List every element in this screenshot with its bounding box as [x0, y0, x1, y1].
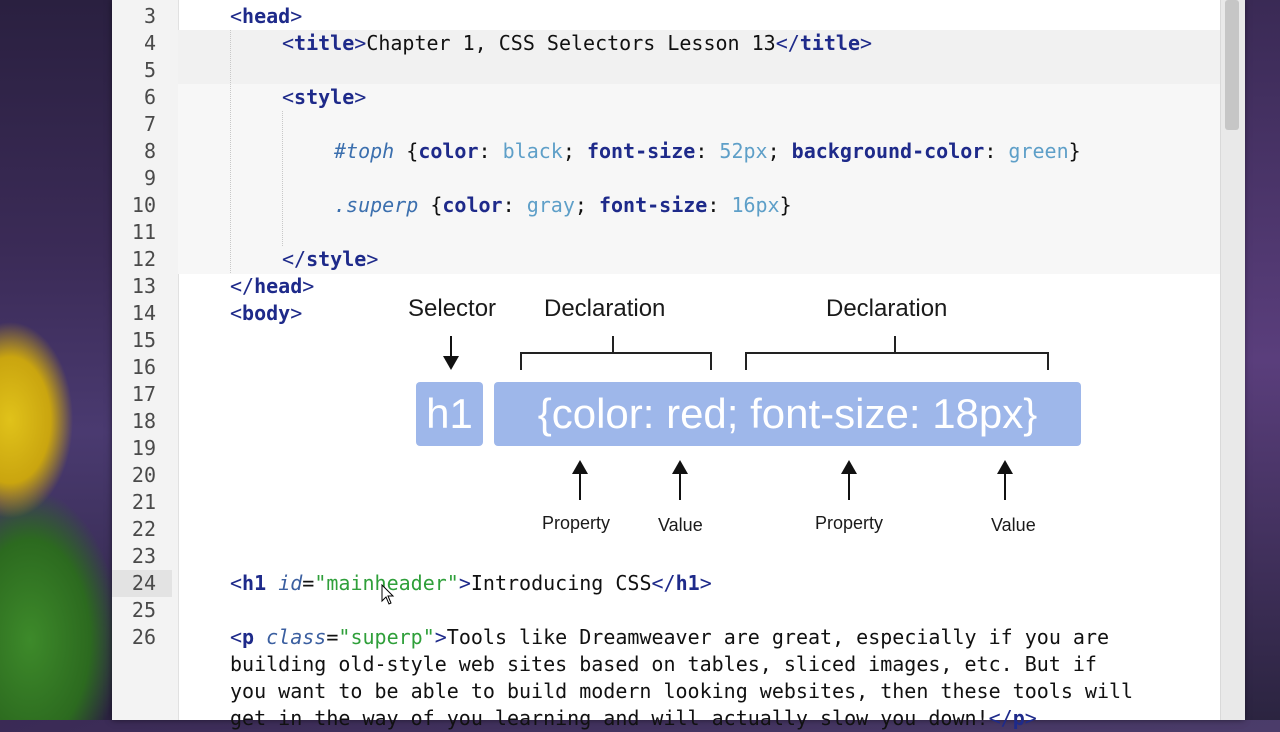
declaration-label-2: Declaration: [826, 295, 948, 322]
line-number: 17: [131, 382, 156, 406]
code-line[interactable]: 13 </head>: [112, 273, 1220, 300]
code-text[interactable]: <body>: [230, 300, 302, 327]
line-number: 5: [143, 58, 156, 82]
code-line[interactable]: 3 <head>: [112, 3, 1220, 30]
selector-label: Selector: [408, 295, 497, 322]
code-text[interactable]: </style>: [282, 246, 378, 273]
code-line[interactable]: 5: [112, 57, 1220, 84]
vertical-scrollbar[interactable]: [1220, 0, 1245, 720]
value-label-2: Value: [991, 515, 1036, 535]
line-number: 8: [143, 139, 156, 163]
line-number: 20: [131, 463, 156, 487]
code-line[interactable]: 20: [112, 462, 1220, 489]
line-number: 11: [131, 220, 156, 244]
line-number: 10: [131, 193, 156, 217]
code-line[interactable]: 11: [112, 219, 1220, 246]
code-line[interactable]: 23: [112, 543, 1220, 570]
code-line[interactable]: 12 </style>: [112, 246, 1220, 273]
line-number: 26: [131, 625, 156, 649]
line-number: 7: [143, 112, 156, 136]
value-label-1: Value: [658, 515, 703, 535]
code-line[interactable]: 10 .superp {color: gray; font-size: 16px}: [112, 192, 1220, 219]
desktop-wallpaper-left: [0, 0, 112, 720]
line-number: 19: [131, 436, 156, 460]
line-number: 6: [143, 85, 156, 109]
code-line[interactable]: 14 <body>: [112, 300, 1220, 327]
line-number: 9: [143, 166, 156, 190]
line-number: 4: [143, 31, 156, 55]
line-number: 21: [131, 490, 156, 514]
line-number: 22: [131, 517, 156, 541]
code-line[interactable]: 9: [112, 165, 1220, 192]
code-editor-window: 3 <head> 4 <title>Chapter 1, CSS Selectors …: [112, 0, 1245, 730]
code-text[interactable]: <head>: [230, 3, 302, 30]
desktop-wallpaper-right: [1244, 0, 1280, 720]
code-text[interactable]: building old-style web sites based on ta…: [230, 651, 1097, 678]
mouse-cursor-icon: [381, 584, 395, 605]
code-text[interactable]: </head>: [230, 273, 314, 300]
scrollbar-thumb[interactable]: [1225, 0, 1239, 130]
code-line[interactable]: 6 <style>: [112, 84, 1220, 111]
code-line[interactable]: 7: [112, 111, 1220, 138]
declaration-label-1: Declaration: [544, 295, 666, 322]
code-text[interactable]: <style>: [282, 84, 366, 111]
code-text[interactable]: <h1 id="mainheader">Introducing CSS</h1>: [230, 570, 712, 597]
selector-box: h1: [416, 382, 483, 446]
line-number: 14: [131, 301, 156, 325]
line-number: 3: [143, 4, 156, 28]
code-text[interactable]: <title>Chapter 1, CSS Selectors Lesson 1…: [282, 30, 872, 57]
line-number: 25: [131, 598, 156, 622]
code-text[interactable]: #toph {color: black; font-size: 52px; ba…: [334, 138, 1081, 165]
code-line[interactable]: building old-style web sites based on ta…: [112, 651, 1220, 678]
line-number: 23: [131, 544, 156, 568]
code-line[interactable]: 21: [112, 489, 1220, 516]
line-number: 24: [131, 571, 156, 595]
code-line[interactable]: 25: [112, 597, 1220, 624]
code-line[interactable]: get in the way of you learning and will …: [112, 705, 1220, 732]
code-text[interactable]: you want to be able to build modern look…: [230, 678, 1133, 705]
line-number: 18: [131, 409, 156, 433]
declaration-box: {color: red; font-size: 18px}: [494, 382, 1081, 446]
code-line[interactable]: 24 <h1 id="mainheader">Introducing CSS</h…: [112, 570, 1220, 597]
property-label-2: Property: [815, 513, 884, 533]
code-text[interactable]: get in the way of you learning and will …: [230, 705, 1037, 732]
line-number: 12: [131, 247, 156, 271]
line-number: 13: [131, 274, 156, 298]
code-line[interactable]: 4 <title>Chapter 1, CSS Selectors Lesson …: [112, 30, 1220, 57]
code-text[interactable]: .superp {color: gray; font-size: 16px}: [334, 192, 792, 219]
code-line[interactable]: 16: [112, 354, 1220, 381]
code-line[interactable]: 26 <p class="superp">Tools like Dreamweav…: [112, 624, 1220, 651]
code-text[interactable]: <p class="superp">Tools like Dreamweaver…: [230, 624, 1109, 651]
code-line[interactable]: 15: [112, 327, 1220, 354]
line-number: 16: [131, 355, 156, 379]
property-label-1: Property: [542, 513, 611, 533]
code-line[interactable]: you want to be able to build modern look…: [112, 678, 1220, 705]
line-number: 15: [131, 328, 156, 352]
code-line[interactable]: 8 #toph {color: black; font-size: 52px; b…: [112, 138, 1220, 165]
